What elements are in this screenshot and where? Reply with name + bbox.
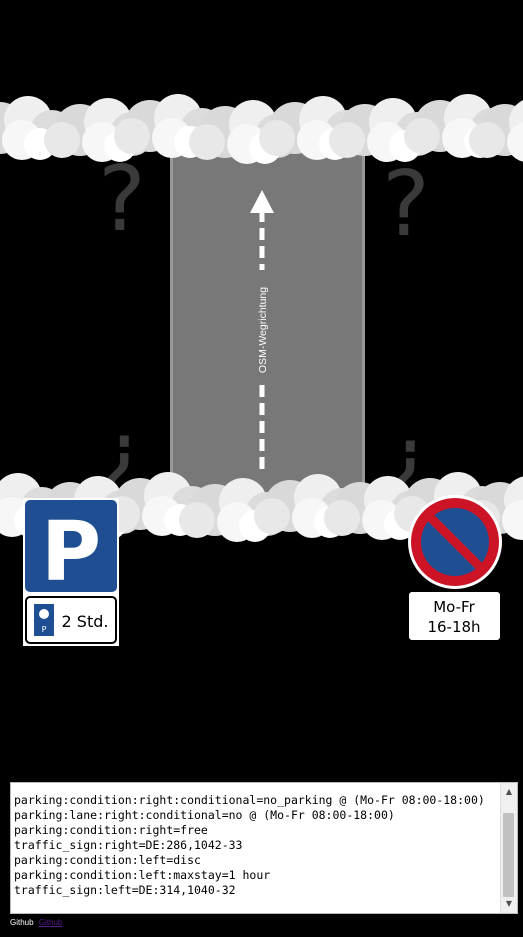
parking-sign: P P 2 Std. [23,498,119,646]
unknown-left-icon: ? ¿ [98,147,146,507]
footer: Github Github [10,918,62,927]
svg-text:P: P [42,625,47,634]
cloud-band-top [0,94,523,164]
svg-text:?: ? [98,147,146,252]
scroll-down-icon[interactable]: ▼ [501,897,517,911]
footer-label: Github [10,918,34,927]
github-link[interactable]: Github [39,918,63,927]
tags-scrollbar[interactable]: ▲ ▼ [500,783,517,913]
tags-textarea[interactable]: parking:condition:right:conditional=no_p… [10,782,518,914]
no-parking-plate-line2: 16-18h [427,618,480,636]
street-scene: OSM-Wegrichtung ? ¿ ? ¿ P P 2 Std. Mo-Fr… [0,94,523,646]
parking-sign-letter: P [41,505,101,600]
scroll-thumb[interactable] [503,813,514,897]
unknown-right-icon: ? ¿ [382,152,432,512]
direction-label: OSM-Wegrichtung [257,287,269,373]
no-parking-sign: Mo-Fr 16-18h [407,495,502,642]
no-parking-plate-line1: Mo-Fr [433,598,475,616]
tags-text[interactable]: parking:condition:right:conditional=no_p… [14,793,499,898]
svg-text:?: ? [382,152,430,257]
parking-plate-text: 2 Std. [62,612,109,631]
scroll-up-icon[interactable]: ▲ [501,785,517,799]
